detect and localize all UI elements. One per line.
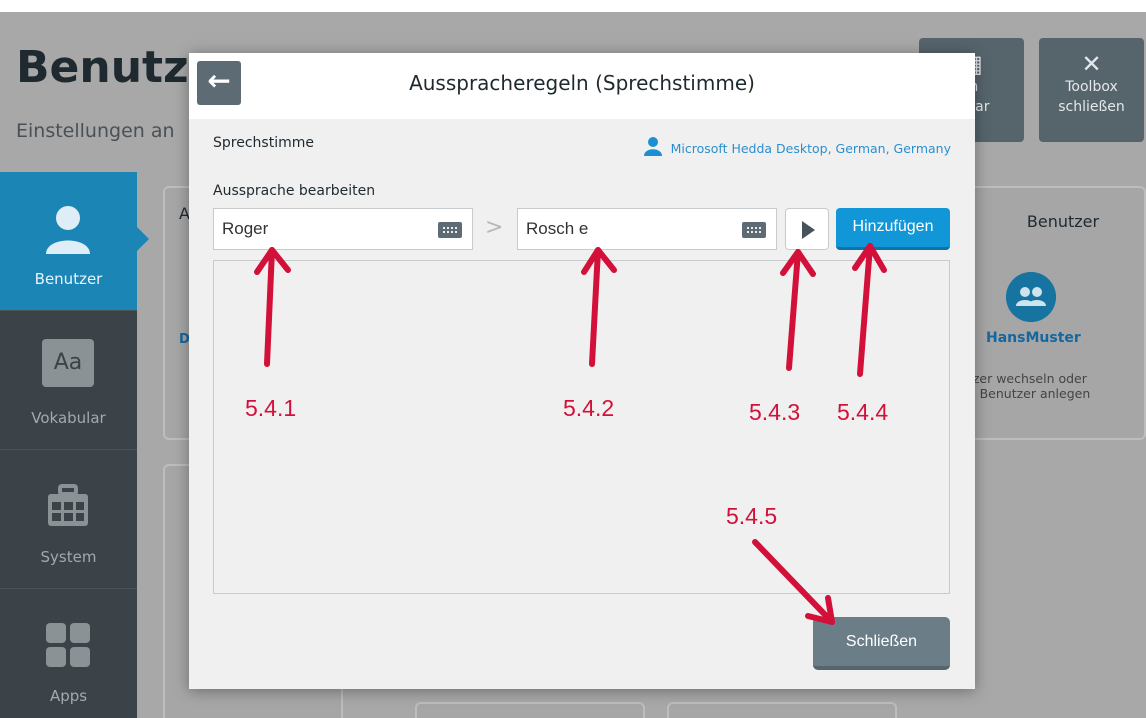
annotation-arrow <box>857 243 873 377</box>
annotation-label: 5.4.4 <box>837 399 889 425</box>
annotation-label: 5.4.2 <box>563 395 615 421</box>
annotation-label: 5.4.5 <box>726 503 778 529</box>
annotation-arrow <box>264 247 275 367</box>
annotation-arrow <box>786 249 801 371</box>
annotation-arrow <box>589 247 601 367</box>
annotation-label: 5.4.3 <box>749 399 801 425</box>
annotation-arrow <box>752 539 835 625</box>
annotation-label: 5.4.1 <box>245 395 297 421</box>
annotation-arrows <box>254 243 887 625</box>
